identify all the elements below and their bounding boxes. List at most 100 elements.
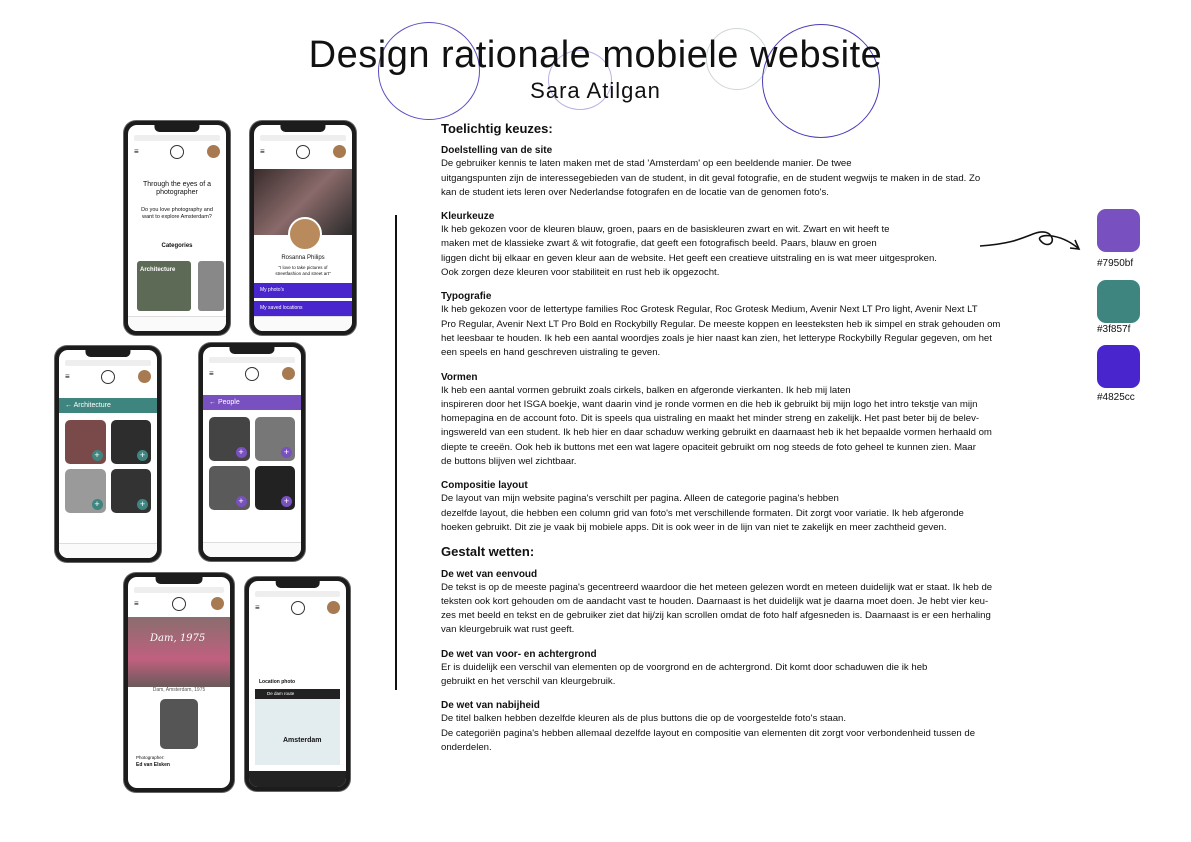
back-arrow-icon[interactable]: ← xyxy=(209,399,218,406)
phone-people: ≡ ← People + + + + xyxy=(199,343,305,561)
category-tile-label: Architecture xyxy=(140,267,176,273)
photographer-label: Photographer: xyxy=(136,755,165,760)
phone-architecture: ≡ ← Architecture + + + + xyxy=(55,346,161,562)
my-photos-button[interactable]: My photo's xyxy=(254,283,352,298)
swatch-blue-purple-label: #4825cc xyxy=(1097,392,1135,403)
category-tile[interactable]: Architecture xyxy=(137,261,191,311)
plus-icon[interactable]: + xyxy=(137,450,148,461)
doelstelling-heading: Doelstelling van de site xyxy=(441,145,553,157)
saved-locations-button[interactable]: My saved locations xyxy=(254,301,352,316)
logo xyxy=(101,370,115,384)
url-bar xyxy=(209,357,295,363)
url-bar xyxy=(255,591,340,597)
map-route-bar[interactable]: De dam route xyxy=(255,689,340,699)
home-heading: Through the eyes of a photographer xyxy=(142,181,212,196)
nabijheid-heading: De wet van nabijheid xyxy=(441,700,540,712)
photo-grid: + + + + xyxy=(209,417,295,510)
home-categories: Categories xyxy=(161,243,193,249)
compositie-text: De layout van mijn website pagina's vers… xyxy=(441,493,964,533)
menu-icon: ≡ xyxy=(260,147,265,156)
map[interactable]: Amsterdam xyxy=(255,699,340,765)
photo-tile[interactable]: + xyxy=(65,420,106,464)
eenvoud-text: De tekst is op de meeste pagina's gecent… xyxy=(441,581,993,636)
plus-icon[interactable]: + xyxy=(281,496,292,507)
detail-overlay-text: Dam, 1975 xyxy=(150,633,206,644)
rationale-text: Toelichtig keuzes: Doelstelling van de s… xyxy=(441,121,1081,765)
menu-icon: ≡ xyxy=(134,147,139,156)
menu-icon: ≡ xyxy=(134,599,139,608)
photographer-photo xyxy=(160,699,198,749)
browser-toolbar xyxy=(254,316,352,331)
page-title: Design rationale mobiele website xyxy=(308,34,883,76)
typografie-text: Ik heb gekozen voor de lettertype famili… xyxy=(441,304,1001,359)
swatch-purple xyxy=(1097,209,1140,252)
avatar xyxy=(282,367,295,380)
photo-tile[interactable]: + xyxy=(65,469,106,513)
swatch-blue-purple xyxy=(1097,345,1140,388)
plus-icon[interactable]: + xyxy=(137,499,148,510)
typografie-heading: Typografie xyxy=(441,291,492,303)
logo xyxy=(245,367,259,381)
vormen-heading: Vormen xyxy=(441,371,478,383)
phone-profile: ≡ Rosanna Philips "I love to take pictur… xyxy=(250,121,356,335)
compositie-heading: Compositie layout xyxy=(441,480,528,492)
photo-tile[interactable]: + xyxy=(209,466,250,510)
kleurkeuze-heading: Kleurkeuze xyxy=(441,211,495,223)
phone-home: ≡ Through the eyes of a photographer Do … xyxy=(124,121,230,335)
profile-quote: "I love to take pictures of streetfashio… xyxy=(275,265,331,276)
photo-tile[interactable]: + xyxy=(110,420,151,464)
back-arrow-icon[interactable]: ← xyxy=(65,402,74,409)
photo-tile[interactable]: + xyxy=(254,417,295,461)
browser-toolbar xyxy=(128,316,226,331)
url-bar xyxy=(65,360,151,366)
url-bar xyxy=(260,135,346,141)
swatch-green xyxy=(1097,280,1140,323)
photo-tile[interactable]: + xyxy=(110,469,151,513)
profile-photo xyxy=(288,217,322,251)
vormen-text: Ik heb een aantal vormen gebruikt zoals … xyxy=(441,384,992,468)
photo-tile[interactable]: + xyxy=(254,466,295,510)
avatar xyxy=(327,601,340,614)
home-question: Do you love photography and want to expl… xyxy=(141,207,213,220)
section-heading: Toelichtig keuzes: xyxy=(441,121,553,136)
photo-tile[interactable]: + xyxy=(209,417,250,461)
logo xyxy=(170,145,184,159)
avatar xyxy=(207,145,220,158)
plus-icon[interactable]: + xyxy=(91,450,103,461)
swatch-green-label: #3f857f xyxy=(1097,324,1131,335)
url-bar xyxy=(134,135,220,141)
photo-grid: + + + + xyxy=(65,420,151,513)
avatar xyxy=(333,145,346,158)
logo xyxy=(296,145,310,159)
phone-photo-detail: ≡ Dam, 1975 Dam, Amsterdam, 1975 Photogr… xyxy=(124,573,234,792)
voorgrond-text: Er is duidelijk een verschil van element… xyxy=(441,661,928,688)
avatar xyxy=(138,370,151,383)
page-subtitle: Sara Atilgan xyxy=(530,78,661,103)
photographer-name: Ed van Elsken xyxy=(136,762,170,768)
plus-icon[interactable]: + xyxy=(235,496,247,507)
doelstelling-text: De gebruiker kennis te laten maken met d… xyxy=(441,158,981,198)
voorgrond-heading: De wet van voor- en achtergrond xyxy=(441,648,597,660)
phone-map: ≡ Location photo De dam route Amsterdam xyxy=(245,577,350,791)
detail-photo xyxy=(128,617,230,687)
avatar xyxy=(211,597,224,610)
map-route-label: De dam route xyxy=(267,691,295,696)
category-title: People xyxy=(217,399,240,406)
menu-icon: ≡ xyxy=(209,369,214,378)
plus-icon[interactable]: + xyxy=(235,447,247,458)
nabijheid-text: De titel balken hebben dezelfde kleuren … xyxy=(441,713,976,753)
category-title-bar: ← People xyxy=(203,395,301,410)
category-tile[interactable] xyxy=(198,261,224,311)
plus-icon[interactable]: + xyxy=(281,447,292,458)
kleurkeuze-text: Ik heb gekozen voor de kleuren blauw, gr… xyxy=(441,224,937,279)
swatch-purple-label: #7950bf xyxy=(1097,258,1134,269)
url-bar xyxy=(134,587,224,593)
detail-caption: Dam, Amsterdam, 1975 xyxy=(152,687,206,693)
menu-icon: ≡ xyxy=(65,372,70,381)
logo xyxy=(290,601,305,615)
footer-bar xyxy=(249,771,346,787)
category-title: Architecture xyxy=(73,402,111,409)
category-title-bar: ← Architecture xyxy=(59,398,157,413)
profile-name: Rosanna Philips xyxy=(281,255,325,261)
plus-icon[interactable]: + xyxy=(91,499,103,510)
